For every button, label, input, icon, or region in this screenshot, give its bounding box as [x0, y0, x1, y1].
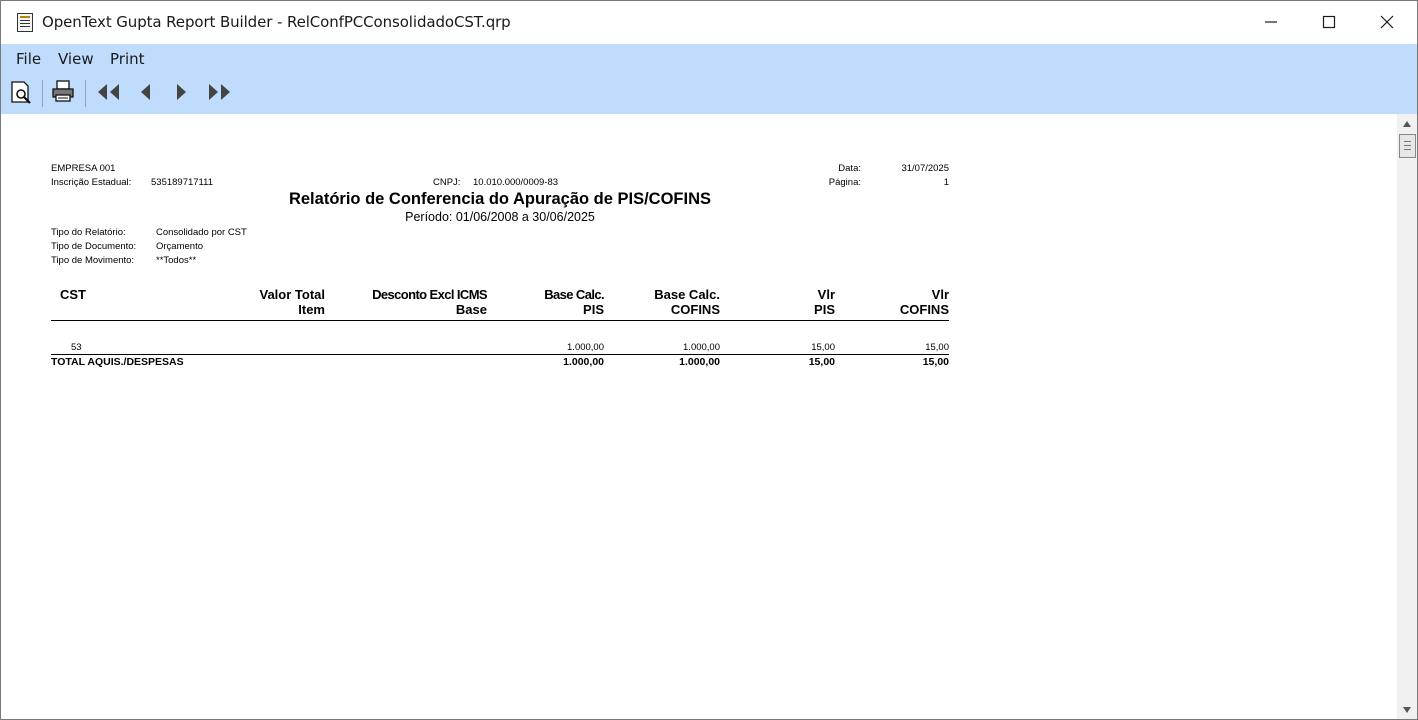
col-header-base-cofins: Base Calc. — [654, 287, 720, 302]
scroll-up-arrow-icon[interactable] — [1402, 120, 1412, 128]
meta-label: Tipo de Movimento: — [51, 255, 135, 266]
col-header-base-pis-sub: PIS — [583, 302, 604, 317]
meta-value: Consolidado por CST — [156, 227, 247, 238]
toolbar-separator — [42, 80, 43, 107]
col-header-valor-total: Valor Total — [259, 287, 326, 302]
maximize-button[interactable] — [1300, 1, 1358, 44]
toolbar — [1, 73, 1417, 114]
vertical-scrollbar[interactable] — [1397, 114, 1417, 719]
scroll-thumb[interactable] — [1399, 134, 1416, 158]
app-window: OpenText Gupta Report Builder - RelConfP… — [0, 0, 1418, 720]
last-page-button[interactable] — [206, 79, 234, 107]
page-number: 1 — [943, 177, 949, 188]
row-vlr-cofins: 15,00 — [925, 342, 949, 353]
date-value: 31/07/2025 — [901, 163, 949, 174]
col-header-desconto: Desconto Excl ICMS — [372, 287, 488, 302]
ie-label: Inscrição Estadual: — [51, 177, 132, 188]
total-vlr-cofins: 15,00 — [922, 356, 949, 368]
scroll-down-arrow-icon[interactable] — [1402, 706, 1412, 714]
report-preview-area: EMPRESA 001 Inscrição Estadual: 53518971… — [3, 114, 1397, 719]
report-app-icon — [17, 13, 33, 32]
meta-value: **Todos** — [156, 255, 197, 266]
col-header-vlr-cofins: Vlr — [931, 287, 949, 302]
first-page-icon — [98, 84, 119, 100]
minimize-icon — [1265, 21, 1277, 23]
window-title: OpenText Gupta Report Builder - RelConfP… — [42, 13, 511, 31]
menu-bar: File View Print — [1, 44, 1417, 73]
report-title: Relatório de Conferencia do Apuração de … — [288, 190, 712, 208]
menu-file[interactable]: File — [16, 50, 41, 68]
col-header-vlr-pis: Vlr — [817, 287, 835, 302]
cnpj-value: 10.010.000/0009-83 — [473, 177, 559, 188]
previous-page-button[interactable] — [137, 79, 155, 107]
report-period: Período: 01/06/2008 a 30/06/2025 — [405, 210, 595, 224]
col-header-base-pis: Base Calc. — [544, 287, 604, 302]
row-cst: 53 — [71, 342, 82, 353]
total-base-cofins: 1.000,00 — [679, 356, 720, 368]
cnpj-label: CNPJ: — [433, 177, 461, 188]
col-header-vlr-pis-sub: PIS — [814, 302, 835, 317]
total-divider — [51, 354, 949, 355]
date-label: Data: — [838, 163, 861, 174]
last-page-icon — [209, 84, 230, 100]
col-header-valor-total-sub: Item — [298, 302, 325, 317]
ie-value: 535189717111 — [151, 177, 213, 188]
minimize-button[interactable] — [1242, 1, 1300, 44]
toolbar-separator — [85, 80, 86, 107]
next-page-icon — [177, 84, 186, 100]
menu-print[interactable]: Print — [110, 50, 145, 68]
page-label: Página: — [828, 177, 861, 188]
total-vlr-pis: 15,00 — [808, 356, 835, 368]
print-preview-button[interactable] — [10, 79, 34, 107]
col-header-desconto-sub: Base — [455, 302, 487, 317]
next-page-button[interactable] — [173, 79, 191, 107]
title-bar: OpenText Gupta Report Builder - RelConfP… — [1, 1, 1417, 44]
maximize-icon — [1322, 15, 1336, 29]
first-page-button[interactable] — [95, 79, 123, 107]
menu-view[interactable]: View — [58, 50, 94, 68]
meta-label: Tipo de Documento: — [51, 241, 137, 252]
total-base-pis: 1.000,00 — [563, 356, 604, 368]
header-divider — [51, 320, 949, 321]
meta-value: Orçamento — [156, 241, 203, 252]
print-preview-icon — [11, 81, 31, 104]
printer-icon — [52, 80, 74, 102]
previous-page-icon — [141, 84, 150, 100]
close-button[interactable] — [1358, 1, 1416, 44]
row-base-cofins: 1.000,00 — [683, 342, 720, 353]
row-vlr-pis: 15,00 — [811, 342, 835, 353]
close-icon — [1380, 15, 1394, 29]
row-base-pis: 1.000,00 — [567, 342, 604, 353]
print-button[interactable] — [51, 79, 75, 107]
total-label: TOTAL AQUIS./DESPESAS — [51, 356, 184, 368]
company-name: EMPRESA 001 — [51, 163, 116, 174]
col-header-cst: CST — [60, 287, 86, 302]
col-header-vlr-cofins-sub: COFINS — [899, 302, 949, 317]
col-header-base-cofins-sub: COFINS — [670, 302, 720, 317]
meta-label: Tipo do Relatório: — [51, 227, 126, 238]
